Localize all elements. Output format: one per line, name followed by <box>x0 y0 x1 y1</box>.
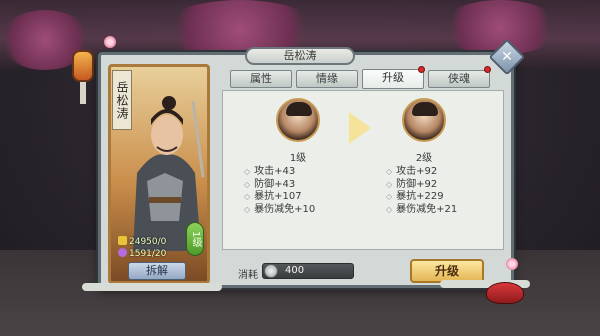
bonus-text: 防御+92 <box>396 178 438 190</box>
tab-bonds[interactable]: 情缘 <box>296 70 358 88</box>
dismantle-button[interactable]: 拆解 <box>128 262 186 280</box>
bonus-text: 防御+43 <box>254 178 296 190</box>
diamond-bullet-icon: ◇ <box>386 167 393 176</box>
bonus-item: ◇ 防御+92 <box>386 179 457 192</box>
arrow-right-icon <box>349 112 371 144</box>
diamond-bullet-icon: ◇ <box>244 204 251 214</box>
scroll-decoration <box>82 283 222 291</box>
hero-name: 岳松涛 <box>112 70 132 130</box>
hero-stat-gold-value: 24950/0 <box>129 237 167 247</box>
bonus-item: ◇ 暴伤减免+10 <box>244 204 315 217</box>
current-bonus-list: ◇ 攻击+43 ◇ 防御+43 ◇ 暴抗+107 ◇ 暴伤减免+10 <box>244 166 315 216</box>
hero-stat-shard: 1591/20 <box>118 248 166 259</box>
tab-upgrade[interactable]: 升级 <box>362 69 424 89</box>
tab-attributes[interactable]: 属性 <box>230 70 292 88</box>
hero-level-badge: 1级 <box>186 222 204 256</box>
gold-icon <box>118 236 127 245</box>
hero-stat-shard-value: 1591/20 <box>129 249 167 259</box>
bonus-text: 暴抗+107 <box>254 191 302 202</box>
tab-upgrade-notification-dot <box>418 66 425 73</box>
current-level: 1级 <box>289 153 307 164</box>
diamond-bullet-icon: ◇ <box>386 192 393 201</box>
lantern-decoration <box>72 50 94 82</box>
current-avatar <box>276 98 320 142</box>
shard-icon <box>118 248 127 257</box>
diamond-bullet-icon: ◇ <box>386 179 393 189</box>
bonus-item: ◇ 攻击+43 <box>244 166 315 179</box>
coin-icon <box>264 264 278 278</box>
hero-stat-gold: 24950/0 <box>118 236 166 247</box>
bonus-text: 暴伤减免+10 <box>254 203 316 215</box>
panel-title: 岳松涛 <box>245 47 355 65</box>
cost-label: 消耗 <box>238 270 258 281</box>
bonus-text: 暴抗+229 <box>396 191 444 202</box>
avatar-hair <box>412 102 438 116</box>
bonus-item: ◇ 暴抗+107 <box>244 191 315 204</box>
flower-decoration <box>104 36 116 48</box>
tab-hero-soul[interactable]: 侠魂 <box>428 70 490 88</box>
close-icon: ✕ <box>501 49 513 65</box>
next-bonus-list: ◇ 攻击+92 ◇ 防御+92 ◇ 暴抗+229 ◇ 暴伤减免+21 <box>386 166 457 216</box>
diamond-bullet-icon: ◇ <box>386 204 393 214</box>
bonus-item: ◇ 攻击+92 <box>386 166 457 179</box>
diamond-bullet-icon: ◇ <box>244 192 251 201</box>
bonus-text: 攻击+92 <box>396 166 438 177</box>
next-avatar <box>402 98 446 142</box>
bonus-text: 攻击+43 <box>254 166 296 177</box>
cost-value: 400 <box>285 265 305 276</box>
lantern-tassel <box>80 82 86 104</box>
avatar-hair <box>286 102 312 116</box>
bonus-text: 暴伤减免+21 <box>396 203 458 215</box>
next-level: 2级 <box>415 153 433 164</box>
mask-decoration <box>486 282 524 304</box>
diamond-bullet-icon: ◇ <box>244 167 251 176</box>
flower-decoration <box>506 258 518 270</box>
bonus-item: ◇ 暴抗+229 <box>386 191 457 204</box>
bonus-item: ◇ 暴伤减免+21 <box>386 204 457 217</box>
tab-hero-soul-notification-dot <box>484 66 491 73</box>
diamond-bullet-icon: ◇ <box>244 179 251 189</box>
bonus-item: ◇ 防御+43 <box>244 179 315 192</box>
